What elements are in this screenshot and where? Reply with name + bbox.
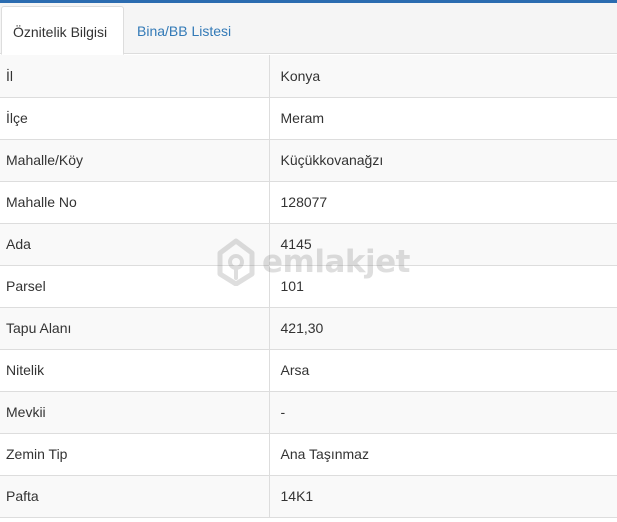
- row-key: Nitelik: [0, 349, 270, 392]
- table-row: Pafta 14K1: [0, 475, 617, 518]
- table-row: İl Konya: [0, 55, 617, 98]
- tab-bar: Öznitelik Bilgisi Bina/BB Listesi: [0, 3, 617, 55]
- table-row: Mahalle/Köy Küçükkovanağzı: [0, 139, 617, 182]
- table-row: Nitelik Arsa: [0, 349, 617, 392]
- table-row: Ada 4145: [0, 223, 617, 266]
- tab-oznitelik-bilgisi[interactable]: Öznitelik Bilgisi: [1, 6, 124, 55]
- row-value: Konya: [269, 55, 617, 98]
- table-row: Parsel 101: [0, 265, 617, 308]
- row-key: Pafta: [0, 475, 270, 518]
- row-value: 128077: [269, 181, 617, 224]
- row-key: İl: [0, 55, 270, 98]
- row-key: Mevkii: [0, 391, 270, 434]
- row-key: Tapu Alanı: [0, 307, 270, 350]
- table-row: Tapu Alanı 421,30: [0, 307, 617, 350]
- table-row: Mevkii -: [0, 391, 617, 434]
- row-key: İlçe: [0, 97, 270, 140]
- row-value: Ana Taşınmaz: [269, 433, 617, 476]
- row-key: Parsel: [0, 265, 270, 308]
- row-value: 421,30: [269, 307, 617, 350]
- row-value: Arsa: [269, 349, 617, 392]
- row-key: Mahalle/Köy: [0, 139, 270, 182]
- row-value: Küçükkovanağzı: [269, 139, 617, 182]
- table-row: Zemin Tip Ana Taşınmaz: [0, 433, 617, 476]
- row-value: 4145: [269, 223, 617, 266]
- row-value: 101: [269, 265, 617, 308]
- row-value: Meram: [269, 97, 617, 140]
- row-value: -: [269, 391, 617, 434]
- row-key: Zemin Tip: [0, 433, 270, 476]
- table-row: Mahalle No 128077: [0, 181, 617, 224]
- table-row: İlçe Meram: [0, 97, 617, 140]
- tab-bina-bb-listesi[interactable]: Bina/BB Listesi: [126, 6, 242, 54]
- attribute-table: İl Konya İlçe Meram Mahalle/Köy Küçükkov…: [0, 55, 617, 518]
- row-key: Ada: [0, 223, 270, 266]
- row-key: Mahalle No: [0, 181, 270, 224]
- row-value: 14K1: [269, 475, 617, 518]
